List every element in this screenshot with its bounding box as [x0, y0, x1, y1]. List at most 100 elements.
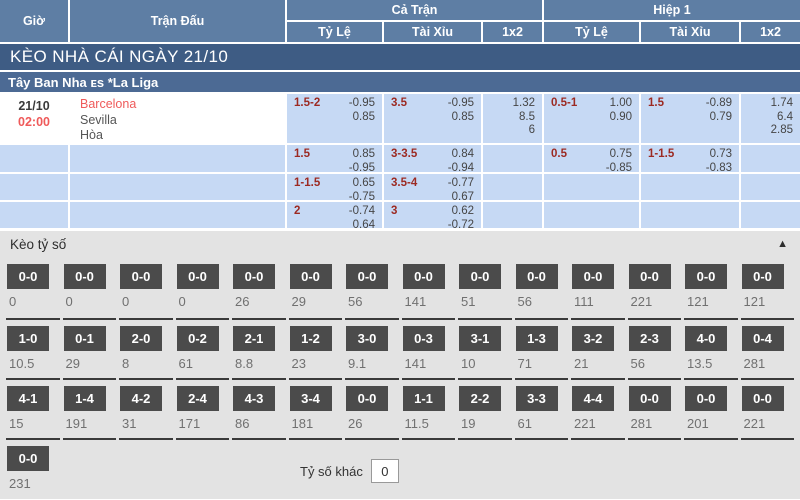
- score-cell[interactable]: 0-3141: [402, 318, 456, 378]
- score-cell[interactable]: 0-056: [345, 258, 399, 318]
- odd-value[interactable]: 0.84: [448, 148, 474, 162]
- score-cell[interactable]: 3-221: [571, 318, 625, 378]
- score-cell[interactable]: 0-0221: [741, 378, 795, 438]
- odd-value[interactable]: -0.89: [706, 97, 732, 111]
- handicap-full-cell[interactable]: 1.5-2-0.950.85: [287, 94, 382, 143]
- score-label[interactable]: 2-0: [120, 326, 162, 351]
- score-cell[interactable]: 0-0121: [741, 258, 795, 318]
- score-label[interactable]: 2-3: [629, 326, 671, 351]
- odd-value[interactable]: 0.65: [349, 177, 375, 191]
- score-label[interactable]: 0-1: [64, 326, 106, 351]
- overunder-half-cell[interactable]: 1-1.50.73-0.83: [641, 145, 739, 172]
- score-label[interactable]: 4-1: [7, 386, 49, 411]
- score-label[interactable]: 0-0: [64, 264, 106, 289]
- score-label[interactable]: 0-0: [290, 264, 332, 289]
- score-cell[interactable]: 4-013.5: [684, 318, 738, 378]
- score-label[interactable]: 0-0: [346, 264, 388, 289]
- score-cell[interactable]: 0-4281: [741, 318, 795, 378]
- score-cell[interactable]: 0-0221: [628, 258, 682, 318]
- score-label[interactable]: 0-0: [629, 386, 671, 411]
- score-cell[interactable]: 1-010.5: [6, 318, 60, 378]
- odd-value[interactable]: -0.94: [448, 162, 474, 173]
- odd-value[interactable]: -0.77: [448, 177, 474, 191]
- score-label[interactable]: 1-4: [64, 386, 106, 411]
- odd-value[interactable]: 0.62: [448, 205, 474, 219]
- collapse-arrow-icon[interactable]: ▲: [777, 238, 788, 250]
- score-cell[interactable]: 0-0231: [6, 438, 60, 498]
- score-cell[interactable]: 4-115: [6, 378, 60, 438]
- score-cell[interactable]: 2-219: [458, 378, 512, 438]
- overunder-full-cell[interactable]: 3-3.50.84-0.94: [384, 145, 481, 172]
- score-cell[interactable]: 0-0111: [571, 258, 625, 318]
- score-label[interactable]: 3-0: [346, 326, 388, 351]
- handicap-full-cell[interactable]: 1.50.85-0.95: [287, 145, 382, 172]
- score-cell[interactable]: 4-386: [232, 378, 286, 438]
- odd-value[interactable]: 1.00: [610, 97, 632, 111]
- handicap-full-cell[interactable]: 2-0.740.64: [287, 202, 382, 228]
- score-label[interactable]: 3-4: [290, 386, 332, 411]
- score-label[interactable]: 0-0: [7, 446, 49, 471]
- score-label[interactable]: 0-4: [742, 326, 784, 351]
- score-cell[interactable]: 3-110: [458, 318, 512, 378]
- score-cell[interactable]: 0-029: [289, 258, 343, 318]
- score-cell[interactable]: 0-00: [176, 258, 230, 318]
- odd-value[interactable]: 0.85: [349, 148, 375, 162]
- score-cell[interactable]: 2-08: [119, 318, 173, 378]
- score-label[interactable]: 0-0: [742, 386, 784, 411]
- odd-value[interactable]: 0.85: [349, 111, 375, 125]
- score-cell[interactable]: 1-4191: [63, 378, 117, 438]
- score-label[interactable]: 0-0: [685, 386, 727, 411]
- score-cell[interactable]: 3-09.1: [345, 318, 399, 378]
- score-cell[interactable]: 2-356: [628, 318, 682, 378]
- score-cell[interactable]: 3-4181: [289, 378, 343, 438]
- score-label[interactable]: 0-0: [120, 264, 162, 289]
- odd-value[interactable]: -0.85: [606, 162, 632, 173]
- score-label[interactable]: 0-2: [177, 326, 219, 351]
- score-cell[interactable]: 0-0121: [684, 258, 738, 318]
- score-cell[interactable]: 3-361: [515, 378, 569, 438]
- score-cell[interactable]: 0-261: [176, 318, 230, 378]
- score-label[interactable]: 0-3: [403, 326, 445, 351]
- score-label[interactable]: 0-0: [516, 264, 558, 289]
- odd-value[interactable]: 0.73: [706, 148, 732, 162]
- overunder-full-cell[interactable]: 30.62-0.72: [384, 202, 481, 228]
- score-cell[interactable]: 0-051: [458, 258, 512, 318]
- score-label[interactable]: 0-0: [629, 264, 671, 289]
- score-cell[interactable]: 0-026: [232, 258, 286, 318]
- score-label[interactable]: 4-2: [120, 386, 162, 411]
- score-label[interactable]: 3-2: [572, 326, 614, 351]
- odd-value[interactable]: 6.4: [771, 111, 793, 125]
- odd-value[interactable]: 8.5: [513, 111, 535, 125]
- score-cell[interactable]: 0-0281: [628, 378, 682, 438]
- odd-value[interactable]: -0.74: [349, 205, 375, 219]
- score-label[interactable]: 0-0: [177, 264, 219, 289]
- 1x2-full-cell[interactable]: 1.328.56: [483, 94, 542, 143]
- score-label[interactable]: 0-0: [742, 264, 784, 289]
- odd-value[interactable]: -0.83: [706, 162, 732, 173]
- score-label[interactable]: 2-2: [459, 386, 501, 411]
- odd-value[interactable]: 0.67: [448, 191, 474, 201]
- score-cell[interactable]: 4-231: [119, 378, 173, 438]
- odd-value[interactable]: 0.75: [606, 148, 632, 162]
- odd-value[interactable]: 0.79: [706, 111, 732, 125]
- handicap-half-cell[interactable]: 0.50.75-0.85: [544, 145, 639, 172]
- score-cell[interactable]: 1-371: [515, 318, 569, 378]
- overunder-full-cell[interactable]: 3.5-4-0.770.67: [384, 174, 481, 200]
- score-cell[interactable]: 0-129: [63, 318, 117, 378]
- score-label[interactable]: 0-0: [7, 264, 49, 289]
- odd-value[interactable]: 6: [513, 124, 535, 138]
- score-cell[interactable]: 0-00: [119, 258, 173, 318]
- score-cell[interactable]: 0-056: [515, 258, 569, 318]
- 1x2-half-cell[interactable]: 1.746.42.85: [741, 94, 800, 143]
- odd-value[interactable]: 2.85: [771, 124, 793, 138]
- odd-value[interactable]: 1.32: [513, 97, 535, 111]
- score-cell[interactable]: 2-4171: [176, 378, 230, 438]
- score-label[interactable]: 4-0: [685, 326, 727, 351]
- odd-value[interactable]: -0.95: [448, 97, 474, 111]
- score-cell[interactable]: 0-026: [345, 378, 399, 438]
- score-cell[interactable]: 0-00: [6, 258, 60, 318]
- handicap-half-cell[interactable]: 0.5-11.000.90: [544, 94, 639, 143]
- score-cell[interactable]: 0-0141: [402, 258, 456, 318]
- overunder-full-cell[interactable]: 3.5-0.950.85: [384, 94, 481, 143]
- score-label[interactable]: 1-2: [290, 326, 332, 351]
